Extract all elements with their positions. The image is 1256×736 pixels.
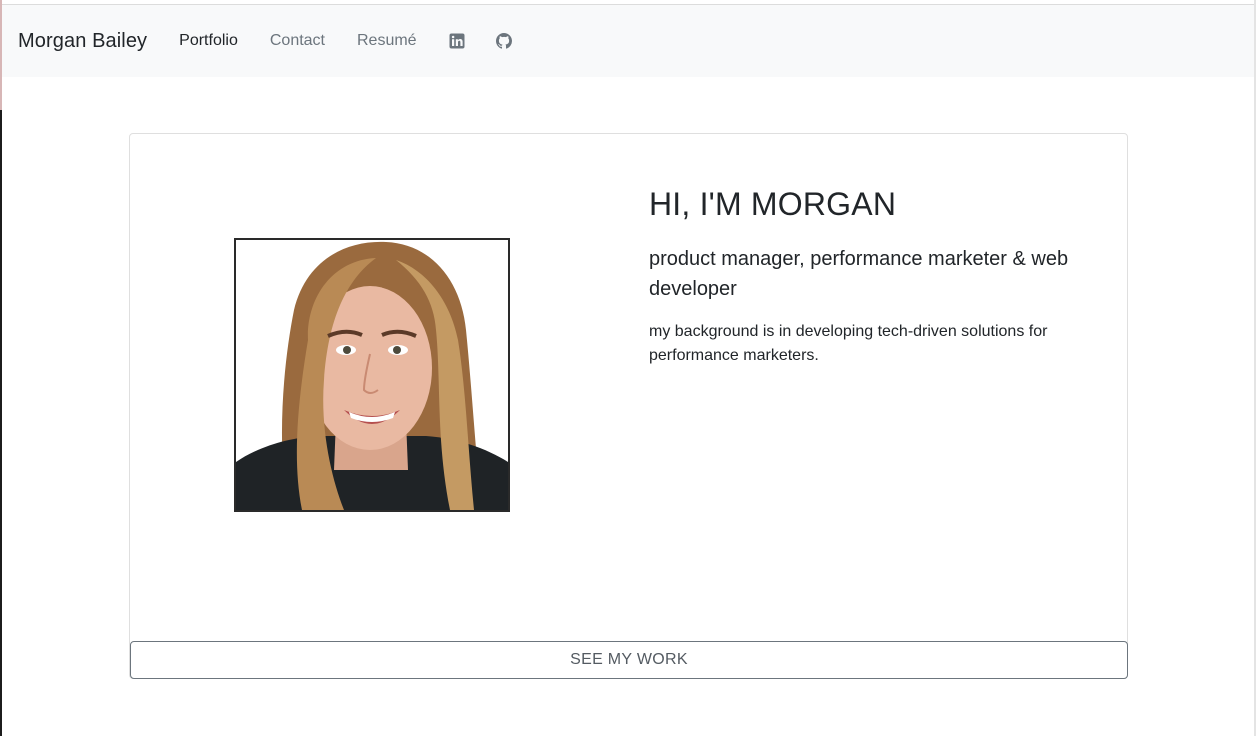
window-left-edge — [0, 0, 2, 736]
linkedin-icon[interactable] — [449, 33, 465, 49]
intro-text-block: HI, I'M MORGAN product manager, performa… — [649, 184, 1089, 368]
nav-link-resume[interactable]: Resumé — [357, 32, 417, 50]
github-icon[interactable] — [495, 33, 512, 49]
navbar: Morgan Bailey Portfolio Contact Resumé — [2, 5, 1254, 77]
hero-description: my background is in developing tech-driv… — [649, 323, 1048, 364]
nav-link-portfolio[interactable]: Portfolio — [179, 32, 238, 50]
profile-photo — [234, 238, 510, 512]
nav-link-contact[interactable]: Contact — [270, 32, 325, 50]
hero-subtitle: product manager, performance marketer & … — [649, 248, 1069, 300]
brand-link[interactable]: Morgan Bailey — [18, 30, 147, 53]
intro-card: HI, I'M MORGAN product manager, performa… — [129, 133, 1128, 679]
hero-title: HI, I'M MORGAN — [649, 186, 897, 222]
see-my-work-button[interactable]: SEE MY WORK — [130, 641, 1128, 679]
